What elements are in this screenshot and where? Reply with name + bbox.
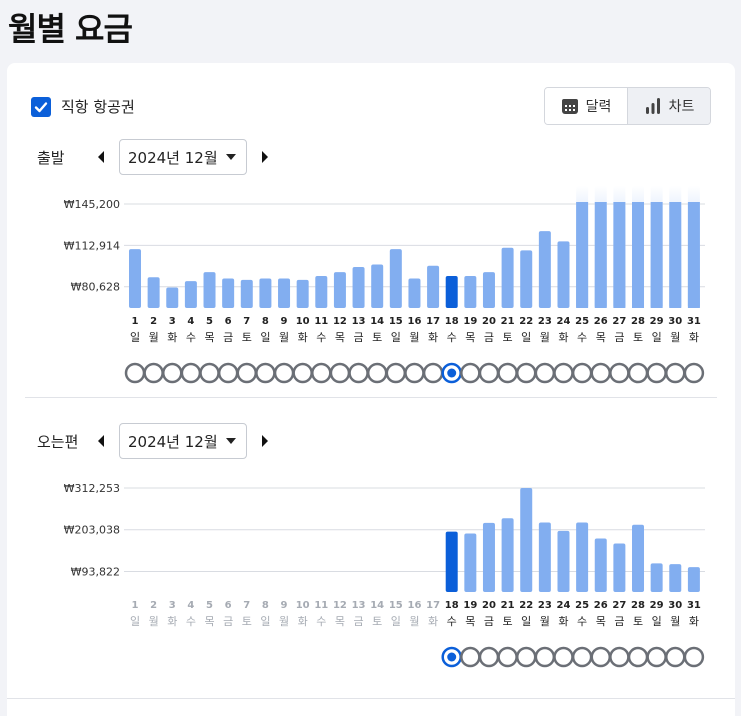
return-day-number: 31 <box>687 600 701 611</box>
return-weekday-label: 일 <box>521 614 531 628</box>
return-day-number: 22 <box>519 600 533 611</box>
return-weekday-label: 수 <box>577 615 587 628</box>
return-day-radio[interactable] <box>609 646 630 668</box>
return-weekday-label: 수 <box>316 615 326 628</box>
return-bar[interactable] <box>538 522 551 592</box>
monthly-fare-card: 직항 항공권 달력 차트 출발 2024년 12월 ₩145,200 ₩112,… <box>7 63 735 716</box>
return-weekday-label: 토 <box>372 615 382 628</box>
return-day-number: 4 <box>187 600 194 611</box>
return-day-radio-dot <box>447 652 457 662</box>
return-weekday-label: 토 <box>633 615 643 628</box>
return-day-radio[interactable] <box>627 646 649 668</box>
return-day-radio[interactable] <box>683 646 705 668</box>
return-bar[interactable] <box>520 488 533 592</box>
return-day-number: 14 <box>370 600 384 611</box>
return-day-number: 23 <box>538 600 552 611</box>
return-day-radio[interactable] <box>534 646 556 668</box>
return-day-number: 16 <box>407 600 421 611</box>
return-weekday-label: 목 <box>335 615 345 628</box>
return-day-number: 9 <box>281 600 288 611</box>
return-bar[interactable] <box>557 530 570 592</box>
return-day-number: 21 <box>501 600 515 611</box>
return-weekday-label: 화 <box>689 615 699 628</box>
return-day-number: 12 <box>333 600 347 611</box>
return-weekday-label: 금 <box>223 615 233 628</box>
return-weekday-label: 수 <box>186 615 196 628</box>
return-day-number: 8 <box>262 600 269 611</box>
return-weekday-label: 월 <box>409 615 419 628</box>
return-day-number: 7 <box>243 600 250 611</box>
return-day-number: 28 <box>631 600 645 611</box>
return-day-number: 18 <box>445 600 459 611</box>
return-day-number: 19 <box>463 600 477 611</box>
return-day-number: 3 <box>169 600 176 611</box>
return-y-tick-label: ₩312,253 <box>64 482 120 495</box>
return-bar[interactable] <box>687 567 700 592</box>
return-weekday-label: 화 <box>298 615 308 628</box>
return-weekday-label: 월 <box>670 615 680 628</box>
return-day-number: 20 <box>482 600 496 611</box>
return-day-number: 6 <box>225 600 232 611</box>
return-day-radio[interactable] <box>515 646 537 668</box>
return-weekday-label: 화 <box>558 615 568 628</box>
return-day-radio[interactable] <box>497 646 518 668</box>
return-day-number: 5 <box>206 600 213 611</box>
return-day-number: 2 <box>150 600 157 611</box>
return-bar[interactable] <box>650 563 663 592</box>
return-bar[interactable] <box>482 522 495 592</box>
return-weekday-label: 월 <box>149 615 159 628</box>
return-weekday-label: 월 <box>540 615 550 628</box>
return-weekday-label: 금 <box>353 615 363 628</box>
return-day-number: 26 <box>594 600 608 611</box>
return-day-number: 15 <box>389 600 403 611</box>
return-day-number: 27 <box>612 600 626 611</box>
return-day-radio[interactable] <box>460 646 481 668</box>
return-day-number: 24 <box>557 600 571 611</box>
return-day-radio[interactable] <box>478 646 500 668</box>
return-day-number: 11 <box>314 600 328 611</box>
return-weekday-label: 일 <box>391 614 401 628</box>
return-weekday-label: 목 <box>204 615 214 628</box>
return-y-tick-label: ₩93,822 <box>71 565 120 578</box>
return-weekday-label: 수 <box>447 615 457 628</box>
return-day-number: 17 <box>426 600 440 611</box>
return-day-number: 13 <box>352 600 366 611</box>
return-weekday-label: 화 <box>428 615 438 628</box>
return-day-number: 29 <box>650 600 664 611</box>
return-bar[interactable] <box>501 518 514 592</box>
bottom-divider <box>7 698 735 699</box>
return-day-number: 10 <box>296 600 310 611</box>
return-weekday-label: 금 <box>614 615 624 628</box>
return-bar[interactable] <box>464 533 477 592</box>
return-day-radio[interactable] <box>553 646 574 668</box>
return-day-radio[interactable] <box>590 646 611 668</box>
return-y-tick-label: ₩203,038 <box>64 524 120 537</box>
return-bar[interactable] <box>613 543 626 592</box>
return-weekday-label: 토 <box>503 615 513 628</box>
return-day-radio[interactable] <box>646 646 667 668</box>
return-day-number: 1 <box>132 600 139 611</box>
return-day-radio[interactable] <box>665 646 686 668</box>
return-weekday-label: 월 <box>279 615 289 628</box>
return-weekday-label: 일 <box>260 614 270 628</box>
page-title: 월별 요금 <box>8 10 133 48</box>
return-weekday-label: 금 <box>484 615 494 628</box>
return-bar[interactable] <box>632 524 645 592</box>
return-day-number: 30 <box>668 600 682 611</box>
return-bar[interactable] <box>445 531 458 592</box>
return-weekday-label: 일 <box>130 614 140 628</box>
return-weekday-label: 일 <box>652 614 662 628</box>
return-weekday-label: 토 <box>242 615 252 628</box>
return-weekday-label: 목 <box>465 615 475 628</box>
return-day-number: 25 <box>575 600 589 611</box>
return-weekday-label: 화 <box>167 615 177 628</box>
return-bar[interactable] <box>594 538 607 592</box>
return-fare-chart: ₩312,253₩203,038₩93,8221일2월3화4수5목6금7토8일9… <box>64 482 705 668</box>
return-day-radio[interactable] <box>571 646 593 668</box>
return-bar[interactable] <box>669 564 682 592</box>
return-bar[interactable] <box>576 522 589 592</box>
return-weekday-label: 목 <box>596 615 606 628</box>
